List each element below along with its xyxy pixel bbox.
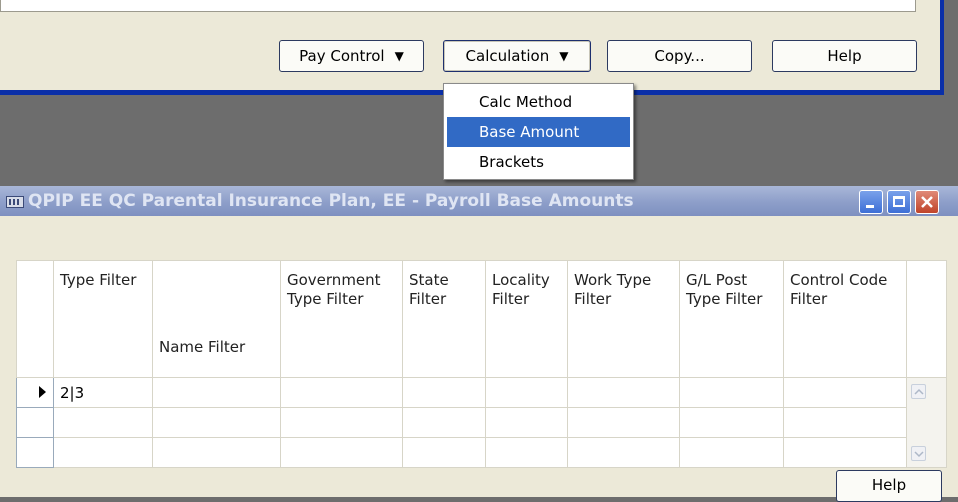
- cell-gl-post-type-filter[interactable]: [679, 377, 784, 408]
- help-button[interactable]: Help: [836, 470, 942, 502]
- menu-item-brackets[interactable]: Brackets: [447, 147, 630, 177]
- pay-control-window: Pay Control ▼ Calculation ▼ Copy... Help: [0, 0, 944, 95]
- pay-control-label: Pay Control: [299, 47, 385, 65]
- menu-item-calc-method[interactable]: Calc Method: [447, 87, 630, 117]
- window-title: QPIP EE QC Parental Insurance Plan, EE -…: [28, 191, 634, 211]
- table-row[interactable]: [16, 437, 947, 468]
- grid-cell[interactable]: [485, 437, 568, 468]
- grid-cell[interactable]: [679, 407, 784, 438]
- vertical-scrollbar[interactable]: [906, 377, 947, 468]
- menu-item-base-amount[interactable]: Base Amount: [447, 117, 630, 147]
- grid-cell[interactable]: [402, 437, 486, 468]
- row-selector[interactable]: [16, 407, 54, 438]
- column-header[interactable]: Work Type Filter: [567, 260, 680, 378]
- row-header-corner: [16, 260, 54, 378]
- base-amounts-window: QPIP EE QC Parental Insurance Plan, EE -…: [0, 186, 958, 502]
- cell-state-filter[interactable]: [402, 377, 486, 408]
- calculation-menu: Calc Method Base Amount Brackets: [443, 83, 634, 180]
- calculation-button[interactable]: Calculation ▼: [443, 40, 591, 72]
- current-row-icon: [39, 385, 46, 398]
- calculation-label: Calculation: [465, 47, 550, 65]
- cell-type-filter[interactable]: 2|3: [53, 377, 153, 408]
- column-header[interactable]: Control Code Filter: [783, 260, 907, 378]
- maximize-button[interactable]: [887, 190, 911, 214]
- grid-cell[interactable]: [783, 437, 907, 468]
- column-header[interactable]: Type Filter: [53, 260, 153, 378]
- grid-cell[interactable]: [567, 407, 680, 438]
- grid-cell[interactable]: [402, 407, 486, 438]
- pay-control-button[interactable]: Pay Control ▼: [279, 40, 424, 72]
- cell-name-filter[interactable]: [152, 377, 281, 408]
- copy-button[interactable]: Copy...: [607, 40, 752, 72]
- copy-label: Copy...: [654, 47, 705, 65]
- header-spacer: [906, 260, 947, 378]
- help-button-top[interactable]: Help: [772, 40, 917, 72]
- column-header[interactable]: Government Type Filter: [280, 260, 403, 378]
- grid-header-row: Type Filter Name Filter Government Type …: [16, 260, 947, 378]
- row-selector[interactable]: [16, 437, 54, 468]
- form-panel: [0, 0, 916, 12]
- grid-cell[interactable]: [280, 437, 403, 468]
- grid-cell[interactable]: [567, 437, 680, 468]
- row-selector[interactable]: [16, 377, 54, 408]
- cell-government-type-filter[interactable]: [280, 377, 403, 408]
- window-grid-icon: [6, 196, 24, 208]
- chevron-down-icon: ▼: [394, 49, 404, 63]
- grid-cell[interactable]: [152, 437, 281, 468]
- chevron-down-icon: ▼: [559, 49, 569, 63]
- grid-cell[interactable]: [152, 407, 281, 438]
- table-row[interactable]: [16, 407, 947, 438]
- help-label: Help: [827, 47, 862, 65]
- scroll-down-icon[interactable]: [911, 446, 926, 461]
- table-row[interactable]: 2|3: [16, 377, 947, 468]
- grid-cell[interactable]: [280, 407, 403, 438]
- cell-control-code-filter[interactable]: [783, 377, 907, 408]
- minimize-button[interactable]: [859, 190, 883, 214]
- scroll-up-icon[interactable]: [911, 384, 926, 399]
- cell-locality-filter[interactable]: [485, 377, 568, 408]
- cell-work-type-filter[interactable]: [567, 377, 680, 408]
- close-button[interactable]: [915, 190, 939, 214]
- column-header[interactable]: Locality Filter: [485, 260, 568, 378]
- base-amounts-grid: Type Filter Name Filter Government Type …: [16, 260, 947, 468]
- grid-cell[interactable]: [53, 437, 153, 468]
- column-header[interactable]: State Filter: [402, 260, 486, 378]
- close-icon: [921, 196, 933, 208]
- grid-cell[interactable]: [485, 407, 568, 438]
- grid-cell[interactable]: [783, 407, 907, 438]
- grid-cell[interactable]: [679, 437, 784, 468]
- title-bar[interactable]: QPIP EE QC Parental Insurance Plan, EE -…: [0, 186, 958, 216]
- column-header[interactable]: Name Filter: [152, 260, 281, 378]
- column-header[interactable]: G/L Post Type Filter: [679, 260, 784, 378]
- grid-cell[interactable]: [53, 407, 153, 438]
